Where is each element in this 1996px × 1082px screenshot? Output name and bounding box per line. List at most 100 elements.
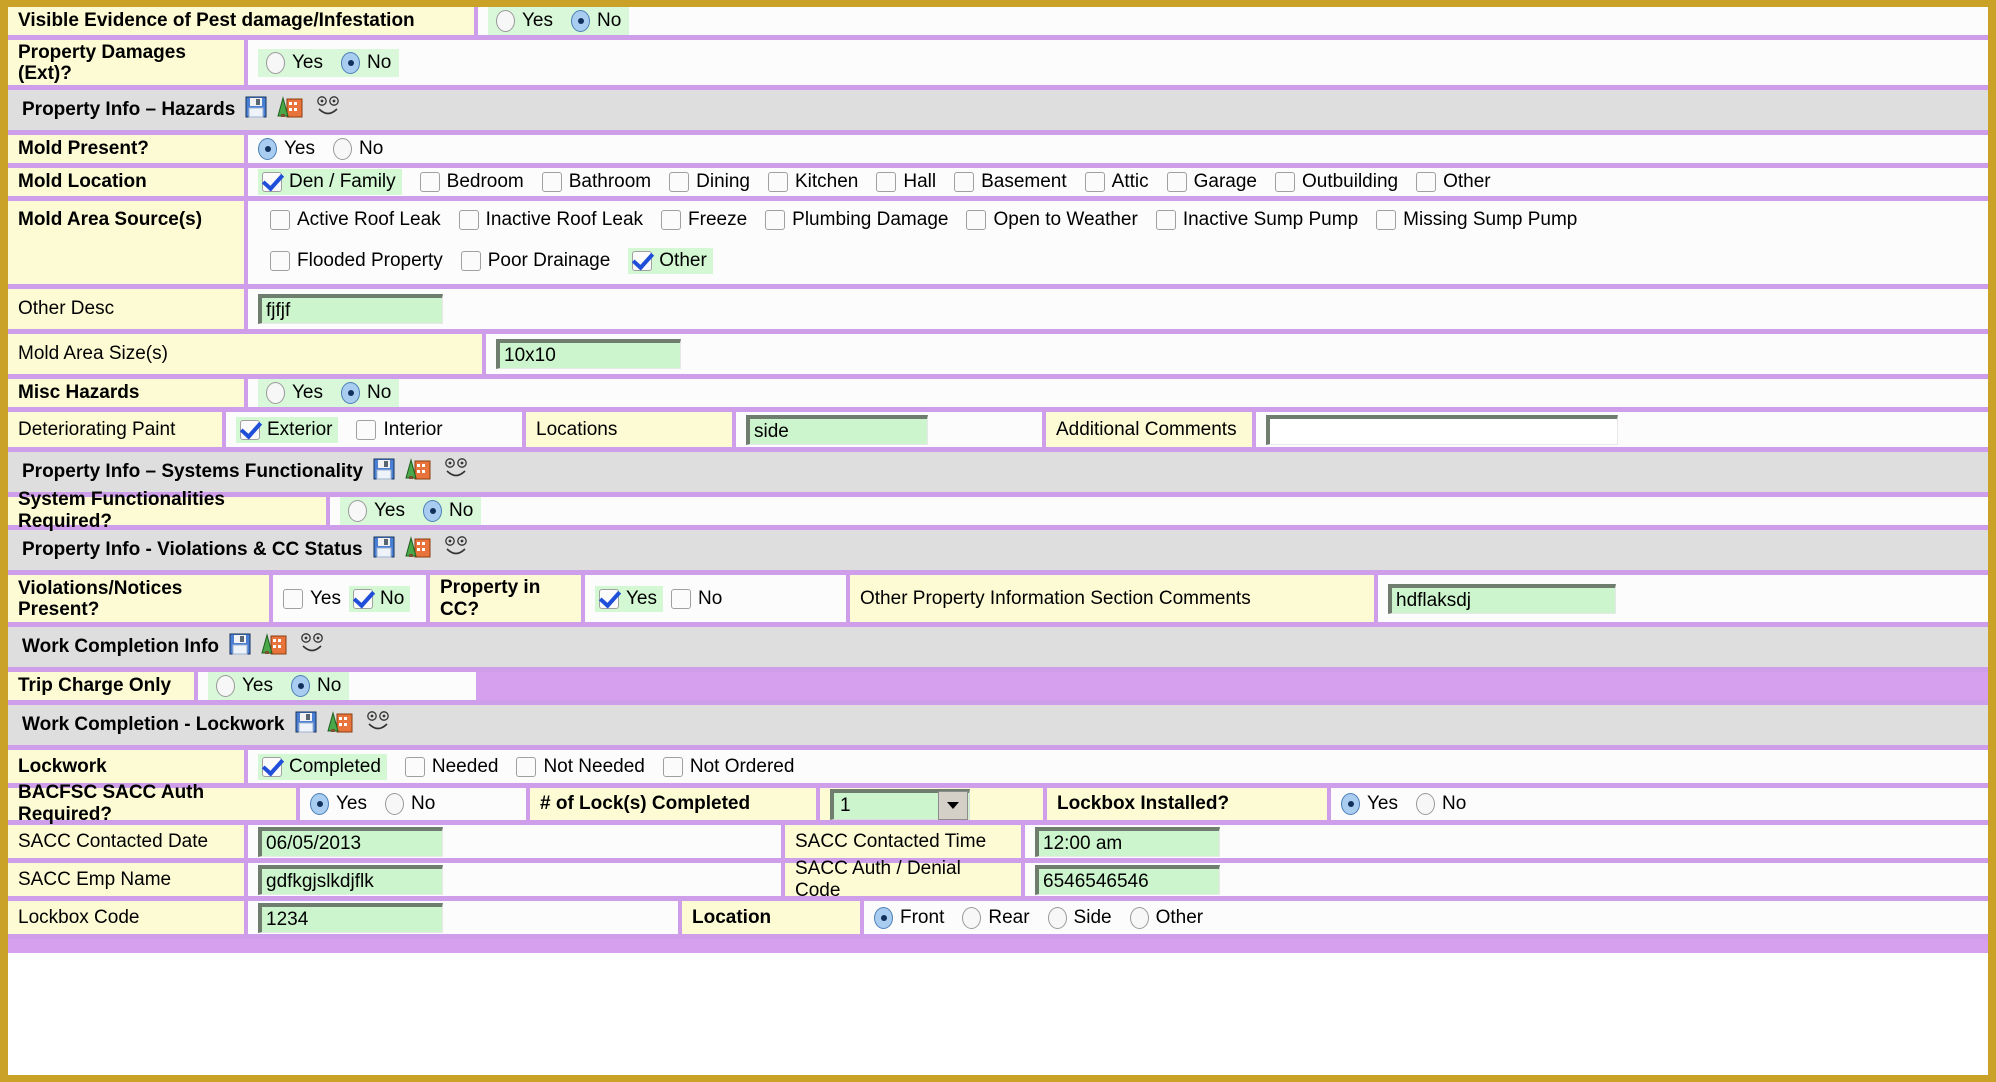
mold-present-no[interactable]: No [333, 138, 383, 160]
trip-charge-yes[interactable]: Yes [216, 675, 273, 697]
sacc-emp-name-input[interactable]: gdfkgjslkdjflk [258, 864, 443, 895]
checkbox-option[interactable]: Freeze [661, 209, 747, 231]
checkbox-icon[interactable] [1166, 172, 1187, 192]
checkbox-icon[interactable] [1084, 172, 1105, 192]
smiley-icon[interactable] [441, 536, 471, 564]
misc-hazards-radio-group[interactable]: Yes No [258, 379, 400, 407]
paint-interior[interactable]: Interior [356, 419, 443, 441]
property-damages-no[interactable]: No [341, 51, 391, 74]
checkbox-icon[interactable] [599, 588, 619, 609]
checkbox-option[interactable]: Hall [876, 171, 936, 193]
checkbox-option[interactable]: Dining [669, 171, 750, 193]
checkbox-icon[interactable] [262, 756, 282, 777]
radio-icon[interactable] [1341, 793, 1360, 815]
misc-hazards-no[interactable]: No [341, 382, 391, 404]
trip-charge-radio-group[interactable]: Yes No [208, 672, 350, 700]
checkbox-icon[interactable] [876, 172, 897, 192]
radio-icon[interactable] [341, 382, 360, 404]
misc-hazards-yes[interactable]: Yes [266, 382, 323, 404]
trip-charge-no[interactable]: No [291, 675, 341, 697]
checkbox-option[interactable]: Inactive Roof Leak [458, 209, 643, 231]
location-option[interactable]: Other [1129, 906, 1203, 929]
radio-icon[interactable] [348, 500, 367, 522]
checkbox-icon[interactable] [240, 419, 260, 440]
sacc-contacted-time-input[interactable]: 12:00 am [1035, 826, 1220, 857]
building-icon[interactable] [261, 633, 287, 661]
radio-icon[interactable] [385, 793, 404, 815]
smiley-icon[interactable] [363, 711, 393, 739]
checkbox-icon[interactable] [353, 588, 373, 609]
checkbox-option[interactable]: Not Needed [516, 756, 645, 778]
save-icon[interactable] [373, 536, 395, 564]
save-icon[interactable] [295, 711, 317, 739]
checkbox-icon[interactable] [661, 209, 682, 230]
radio-icon[interactable] [341, 51, 360, 74]
radio-icon[interactable] [423, 500, 442, 522]
radio-icon[interactable] [496, 10, 515, 32]
bacfsc-yes[interactable]: Yes [310, 793, 367, 815]
violations-no[interactable]: No [349, 585, 411, 612]
system-functionalities-yes[interactable]: Yes [348, 500, 405, 522]
checkbox-option[interactable]: Kitchen [768, 171, 858, 193]
checkbox-option[interactable]: Den / Family [258, 169, 402, 195]
radio-icon[interactable] [310, 793, 329, 815]
radio-icon[interactable] [1129, 906, 1149, 929]
save-icon[interactable] [229, 633, 251, 661]
checkbox-option[interactable]: Completed [258, 753, 387, 780]
property-cc-no[interactable]: No [671, 588, 722, 610]
checkbox-icon[interactable] [669, 172, 690, 192]
bacfsc-no[interactable]: No [385, 793, 435, 815]
smiley-icon[interactable] [441, 458, 471, 486]
checkbox-icon[interactable] [1376, 209, 1397, 230]
checkbox-option[interactable]: Inactive Sump Pump [1155, 209, 1358, 231]
checkbox-option[interactable]: Other [1416, 171, 1491, 193]
other-section-comments-input[interactable]: hdflaksdj [1388, 583, 1616, 614]
radio-icon[interactable] [266, 51, 285, 74]
checkbox-option[interactable]: Basement [954, 171, 1067, 193]
checkbox-option[interactable]: Open to Weather [966, 209, 1138, 231]
mold-area-size-input[interactable]: 10x10 [496, 339, 681, 369]
chevron-down-icon[interactable] [938, 791, 968, 820]
radio-icon[interactable] [1416, 793, 1435, 815]
checkbox-option[interactable]: Other [628, 247, 713, 274]
save-icon[interactable] [245, 96, 267, 124]
radio-icon[interactable] [258, 138, 277, 160]
lockbox-installed-no[interactable]: No [1416, 793, 1466, 815]
checkbox-option[interactable]: Missing Sump Pump [1376, 209, 1577, 231]
checkbox-option[interactable]: Bathroom [541, 171, 651, 193]
checkbox-option[interactable]: Outbuilding [1274, 171, 1398, 193]
paint-exterior[interactable]: Exterior [236, 416, 339, 443]
pest-damage-radio-group[interactable]: Yes No [488, 7, 630, 35]
smiley-icon[interactable] [297, 633, 327, 661]
paint-comments-input[interactable] [1266, 414, 1618, 445]
lockbox-installed-yes[interactable]: Yes [1341, 793, 1398, 815]
lockbox-code-input[interactable]: 1234 [258, 902, 443, 933]
checkbox-option[interactable]: Needed [404, 756, 498, 778]
sacc-auth-code-input[interactable]: 6546546546 [1035, 864, 1220, 895]
checkbox-icon[interactable] [458, 209, 479, 230]
checkbox-icon[interactable] [662, 756, 683, 777]
violations-yes[interactable]: Yes [283, 588, 341, 610]
paint-locations-input[interactable]: side [746, 414, 928, 445]
building-icon[interactable] [277, 96, 303, 124]
checkbox-option[interactable]: Poor Drainage [460, 250, 610, 272]
checkbox-icon[interactable] [1155, 209, 1176, 230]
checkbox-icon[interactable] [632, 250, 653, 271]
radio-icon[interactable] [571, 10, 590, 32]
location-option[interactable]: Rear [962, 906, 1030, 929]
checkbox-option[interactable]: Not Ordered [662, 756, 794, 778]
checkbox-icon[interactable] [954, 172, 975, 192]
building-icon[interactable] [326, 711, 353, 739]
mold-present-yes[interactable]: Yes [258, 138, 315, 160]
system-functionalities-no[interactable]: No [423, 500, 473, 522]
radio-icon[interactable] [266, 382, 285, 404]
other-desc-input[interactable]: fjfjf [258, 294, 443, 324]
radio-icon[interactable] [874, 906, 893, 929]
checkbox-icon[interactable] [270, 250, 290, 271]
checkbox-option[interactable]: Attic [1084, 171, 1149, 193]
building-icon[interactable] [404, 536, 431, 564]
building-icon[interactable] [405, 458, 431, 486]
pest-damage-no[interactable]: No [571, 10, 621, 32]
location-option[interactable]: Side [1047, 906, 1112, 929]
checkbox-icon[interactable] [262, 172, 282, 192]
